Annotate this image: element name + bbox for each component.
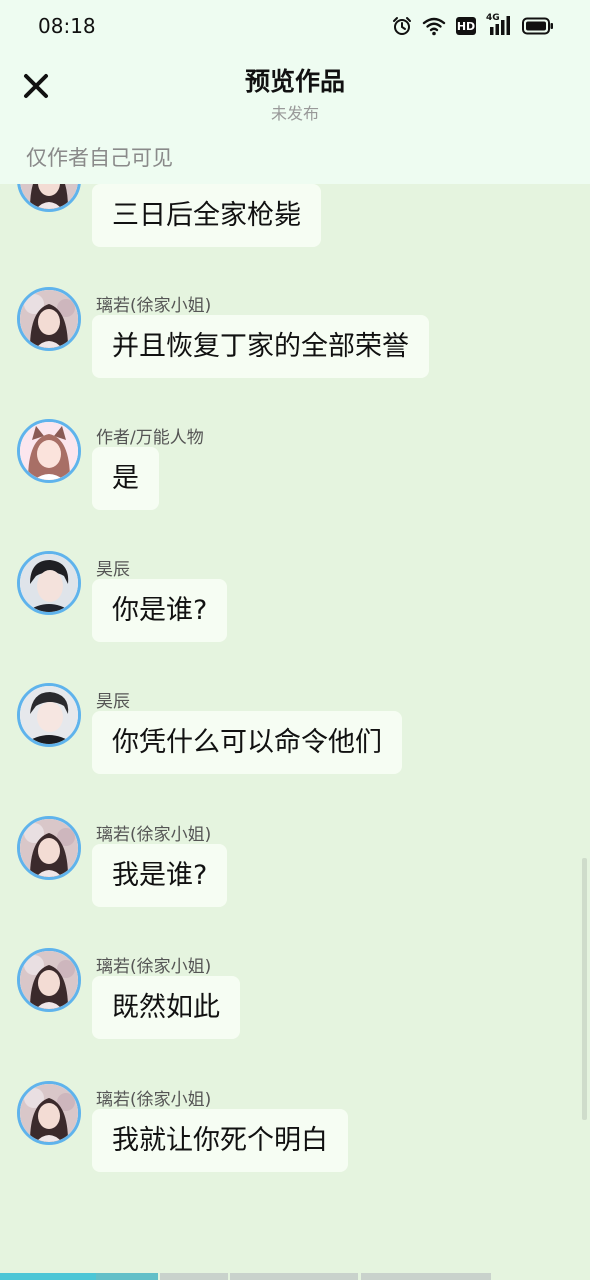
progress-segment bbox=[160, 1273, 228, 1280]
catgirl-avatar[interactable] bbox=[17, 419, 81, 483]
sender-name: 昊辰 bbox=[96, 692, 130, 712]
sender-name: 璃若(徐家小姐) bbox=[96, 957, 212, 977]
chat-area[interactable]: 三日后全家枪毙 璃若(徐家小姐) 并且恢复丁家的全部荣誉 作者/万能人物 是 昊… bbox=[0, 184, 590, 1270]
hd-icon: HD bbox=[456, 17, 476, 35]
lady-avatar[interactable] bbox=[17, 816, 81, 880]
wifi-icon bbox=[422, 17, 446, 36]
message-bubble: 我是谁? bbox=[92, 844, 228, 907]
sender-name: 璃若(徐家小姐) bbox=[96, 825, 212, 845]
message-bubble: 三日后全家枪毙 bbox=[92, 184, 321, 247]
page-subtitle: 未发布 bbox=[270, 104, 319, 123]
status-bar: 08:18 HD 4G bbox=[0, 0, 590, 52]
message-bubble: 既然如此 bbox=[92, 976, 240, 1039]
message-bubble: 我就让你死个明白 bbox=[92, 1109, 348, 1172]
message-bubble: 是 bbox=[92, 447, 159, 510]
progress-segment bbox=[230, 1273, 358, 1280]
sender-name: 昊辰 bbox=[96, 560, 130, 580]
sender-name: 作者/万能人物 bbox=[96, 428, 204, 448]
lady-avatar[interactable] bbox=[17, 948, 81, 1012]
battery-icon bbox=[522, 17, 553, 35]
man-avatar[interactable] bbox=[17, 683, 81, 747]
progress-segment-active bbox=[96, 1273, 158, 1280]
top-area: 08:18 HD 4G 预览作品 未发布 仅作者自己可见 bbox=[0, 0, 590, 184]
message-bubble: 你凭什么可以命令他们 bbox=[92, 711, 402, 774]
message-bubble: 并且恢复丁家的全部荣誉 bbox=[92, 315, 429, 378]
status-time: 08:18 bbox=[38, 14, 96, 38]
scrollbar-thumb[interactable] bbox=[582, 858, 587, 1120]
page-title: 预览作品 bbox=[244, 67, 345, 96]
status-icons: HD 4G bbox=[392, 13, 554, 38]
sender-name: 璃若(徐家小姐) bbox=[96, 1090, 212, 1110]
header-bar: 预览作品 未发布 bbox=[0, 52, 590, 132]
visibility-note: 仅作者自己可见 bbox=[26, 146, 173, 170]
lady-avatar[interactable] bbox=[17, 287, 81, 351]
playback-progress[interactable] bbox=[0, 1273, 590, 1280]
progress-segment bbox=[361, 1273, 491, 1280]
signal-icon: 4G bbox=[486, 13, 512, 37]
message-bubble: 你是谁? bbox=[92, 579, 228, 642]
alarm-icon bbox=[393, 17, 411, 35]
sender-name: 璃若(徐家小姐) bbox=[96, 296, 212, 316]
man-avatar[interactable] bbox=[17, 551, 81, 615]
lady-avatar[interactable] bbox=[17, 1081, 81, 1145]
lady-avatar[interactable] bbox=[17, 184, 81, 212]
